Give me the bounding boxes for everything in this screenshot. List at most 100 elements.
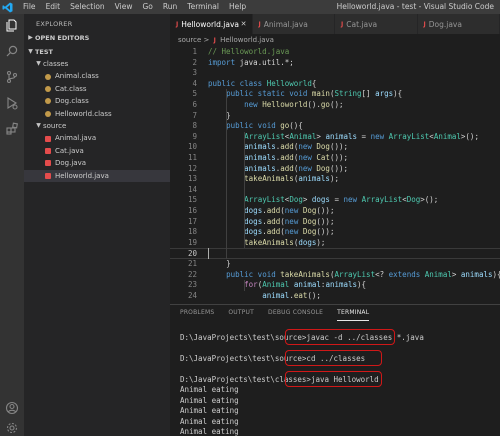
- menu-item-selection[interactable]: Selection: [65, 0, 110, 14]
- extensions-icon[interactable]: [4, 121, 20, 137]
- java-file-icon: [45, 147, 51, 154]
- code-token: add: [266, 216, 281, 226]
- code-token: animals: [244, 163, 276, 173]
- panel-tab-terminal[interactable]: TERMINAL: [337, 305, 370, 321]
- code-line: 11 animals.add(new Cat());: [170, 153, 500, 164]
- code-token: =: [329, 195, 344, 205]
- tab-helloworld-java[interactable]: J Helloworld.java ✕: [170, 14, 253, 34]
- tab-dog-java[interactable]: J Dog.java: [417, 14, 500, 34]
- tab-cat-java[interactable]: J Cat.java: [335, 14, 418, 34]
- menu-item-view[interactable]: View: [110, 0, 138, 14]
- code-token: go: [280, 121, 290, 131]
- file-label: Cat.java: [55, 146, 84, 155]
- file-item[interactable]: Helloworld.java: [24, 169, 170, 182]
- menu-item-file[interactable]: File: [18, 0, 41, 14]
- code-line: 22 public void takeAnimals(ArrayList<? ex…: [170, 270, 500, 281]
- file-item[interactable]: Animal.java: [24, 132, 170, 144]
- breadcrumb-file[interactable]: Helloworld.java: [220, 36, 274, 44]
- panel-tab-output[interactable]: OUTPUT: [228, 305, 254, 321]
- code-token: ArrayList: [244, 131, 285, 141]
- menu-item-edit[interactable]: Edit: [41, 0, 66, 14]
- line-number: 9: [192, 131, 197, 141]
- chevron-down-icon: ▼: [36, 60, 41, 67]
- tab-animal-java[interactable]: J Animal.java: [252, 14, 335, 34]
- line-number: 12: [187, 163, 197, 173]
- line-number: 16: [187, 206, 197, 215]
- file-item[interactable]: Animal.class: [24, 70, 170, 82]
- tab-label: Dog.java: [428, 19, 462, 29]
- code-token: public void: [226, 121, 281, 131]
- file-tree: ▼ classes Animal.class Cat.class Dog.class He…: [24, 58, 170, 182]
- code-line: 10 animals.add(new Dog());: [170, 142, 500, 153]
- menu-item-go[interactable]: Go: [137, 0, 157, 14]
- code-token: );: [316, 237, 326, 247]
- panel-tab-problems[interactable]: PROBLEMS: [180, 305, 214, 321]
- highlight-box: [285, 370, 382, 387]
- menu-item-help[interactable]: Help: [224, 0, 251, 14]
- source-control-icon[interactable]: [4, 69, 20, 85]
- code-token: new: [298, 153, 317, 162]
- code-token: public class: [208, 78, 267, 88]
- code-line: 9 ArrayList<Animal> animals = new ArrayLi…: [170, 132, 500, 143]
- file-item[interactable]: Dog.java: [24, 157, 170, 169]
- code-token: new: [284, 227, 303, 237]
- highlight-box: [285, 349, 382, 366]
- code-token: ){: [357, 280, 367, 290]
- code-line: 17 dogs.add(new Dog());: [170, 217, 500, 228]
- folder-label: source: [43, 121, 67, 130]
- code-line: 23 for(Animal animal:animals){: [170, 280, 500, 291]
- line-number: 2: [192, 57, 197, 67]
- code-line: 16 dogs.add(new Dog());: [170, 206, 500, 217]
- java-file-icon: [45, 160, 51, 167]
- code-token: takeAnimals: [280, 269, 330, 279]
- file-item[interactable]: Cat.class: [24, 83, 170, 95]
- line-number: 13: [187, 174, 197, 184]
- search-icon[interactable]: [4, 43, 20, 59]
- code-token: new: [284, 216, 303, 226]
- breadcrumb: source > J Helloworld.java: [170, 34, 500, 46]
- code-text: for(Animal animal:animals){: [244, 280, 366, 291]
- code-token: animals: [325, 131, 358, 141]
- file-item[interactable]: Dog.class: [24, 95, 170, 107]
- panel-tab-debug-console[interactable]: DEBUG CONSOLE: [268, 305, 323, 321]
- code-line: 5 public static void main(String[] args){: [170, 89, 500, 100]
- folder-label: classes: [43, 60, 69, 68]
- code-token: String: [334, 89, 362, 99]
- terminal[interactable]: D:\JavaProjects\test\source>javac -d ../…: [170, 321, 500, 436]
- code-token: add: [280, 153, 294, 162]
- code-text: takeAnimals(dogs);: [244, 238, 325, 249]
- code-line: 6 new Helloworld().go();: [170, 100, 500, 111]
- menu-item-run[interactable]: Run: [158, 0, 182, 14]
- settings-gear-icon[interactable]: [4, 420, 20, 436]
- breadcrumb-folder[interactable]: source: [178, 36, 201, 44]
- file-item[interactable]: Helloworld.class: [24, 108, 170, 120]
- code-token: add: [280, 142, 294, 152]
- code-token: animals: [325, 280, 358, 290]
- files-icon[interactable]: [4, 17, 20, 33]
- java-file-icon: J: [213, 37, 216, 44]
- code-token: }: [226, 259, 231, 268]
- code-token: add: [266, 206, 281, 215]
- code-editor[interactable]: 1 // Helloworld.java 2 import java.util.*; 3…: [170, 46, 500, 304]
- account-icon[interactable]: [4, 400, 20, 416]
- code-token: Dog: [302, 206, 317, 215]
- explorer-sidebar: EXPLORER ▶ OPEN EDITORS ▼ TEST ▼ classes A…: [24, 14, 170, 436]
- code-token: // Helloworld.java: [208, 47, 290, 56]
- code-token: ());: [316, 216, 335, 226]
- code-token: new: [298, 163, 317, 173]
- terminal-line: Animal eating: [180, 395, 239, 405]
- folder-source[interactable]: ▼ source: [24, 120, 170, 132]
- close-icon[interactable]: ✕: [241, 20, 247, 28]
- file-item[interactable]: Cat.java: [24, 145, 170, 157]
- workspace-section[interactable]: ▼ TEST: [24, 46, 170, 58]
- run-debug-icon[interactable]: [4, 95, 20, 111]
- code-line: 12 animals.add(new Dog());: [170, 164, 500, 175]
- activity-bar: [0, 14, 24, 436]
- code-token: >: [451, 269, 461, 279]
- title-bar: File Edit Selection View Go Run Terminal Help H…: [0, 0, 500, 14]
- code-token: animal: [293, 280, 321, 290]
- folder-classes[interactable]: ▼ classes: [24, 58, 170, 70]
- open-editors-section[interactable]: ▶ OPEN EDITORS: [24, 32, 170, 44]
- file-label: Cat.class: [55, 84, 87, 93]
- menu-item-terminal[interactable]: Terminal: [182, 0, 224, 14]
